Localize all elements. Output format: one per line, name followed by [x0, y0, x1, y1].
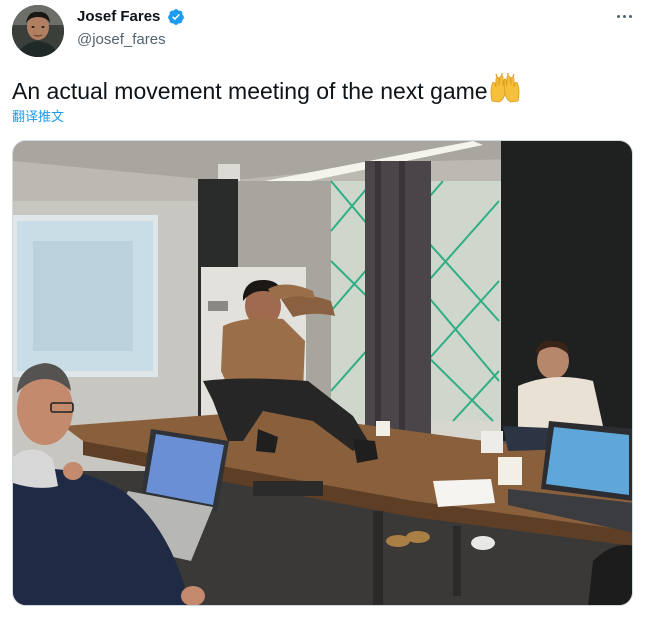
verified-badge-icon [168, 9, 184, 25]
raising-hands-emoji-icon [490, 73, 520, 103]
tweet-card: Josef Fares @josef_fares An actual movem… [0, 0, 650, 618]
more-horizontal-icon [616, 14, 620, 18]
tweet-text-content: An actual movement meeting of the next g… [12, 78, 488, 104]
more-options-button[interactable] [610, 6, 638, 26]
tweet-text: An actual movement meeting of the next g… [12, 73, 522, 106]
translate-tweet-link[interactable]: 翻译推文 [12, 109, 64, 125]
avatar[interactable] [12, 5, 64, 57]
meeting-photo-image [13, 141, 632, 605]
author-name[interactable]: Josef Fares [77, 8, 160, 26]
tweet-photo[interactable] [12, 140, 633, 606]
avatar-image [12, 5, 64, 57]
author-handle[interactable]: @josef_fares [77, 31, 166, 49]
